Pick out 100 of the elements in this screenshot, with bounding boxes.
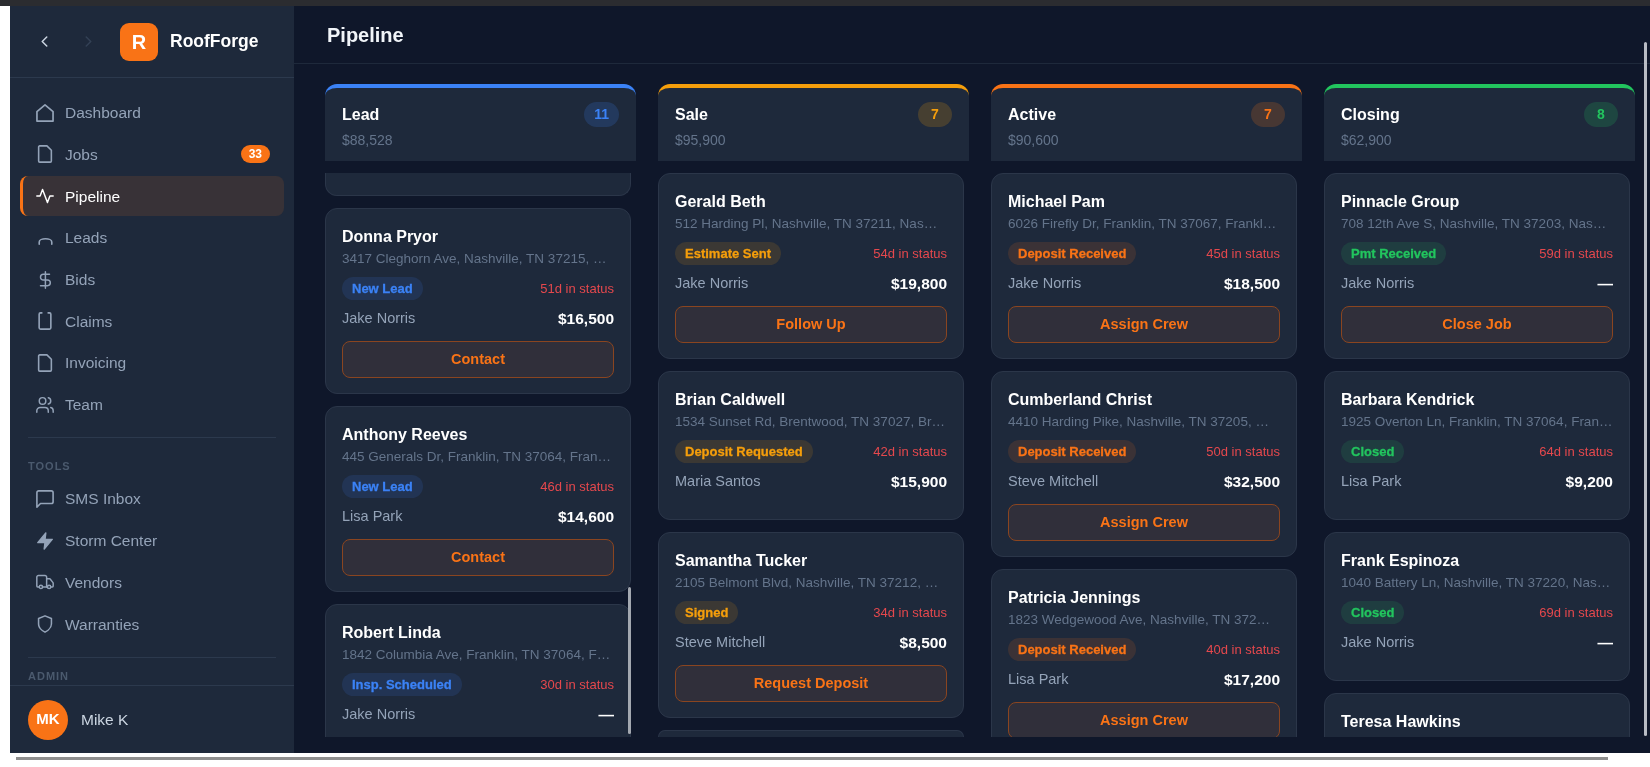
job-card[interactable]: Samantha Tucker 2105 Belmont Blvd, Nashville, TN 37212, … Signed 34d in status Steve Mitchell $8,500 Request Deposit bbox=[658, 532, 964, 718]
address-text: 1842 Columbia Ave, Franklin, TN 37064, F… bbox=[342, 646, 612, 664]
job-card[interactable]: Michael Pam 6026 Firefly Dr, Franklin, TN 37067, Frankl… Deposit Received 45d in status Jake Norris $18,500 Assign Crew bbox=[991, 173, 1297, 359]
address-text: 3417 Cleghorn Ave, Nashville, TN 37215, … bbox=[342, 250, 608, 268]
scrollbar-thumb[interactable] bbox=[16, 757, 1608, 760]
assignee-name: Lisa Park bbox=[1008, 670, 1069, 690]
status-badge: New Lead bbox=[342, 475, 423, 498]
job-card[interactable]: Gerald Beth 512 Harding Pl, Nashville, TN 37211, Nas… Estimate Sent 54d in status Jake Norris $19,800 Follow Up bbox=[658, 173, 964, 359]
count-badge: 8 bbox=[1584, 102, 1618, 127]
job-card[interactable]: Patricia Jennings 1823 Wedgewood Ave, Nashville, TN 372… Deposit Received 40d in status Lisa Park $17,200 Assign Crew bbox=[991, 569, 1297, 737]
status-badge: Deposit Received bbox=[1008, 242, 1137, 265]
status-badge: Estimate Sent bbox=[675, 242, 781, 265]
customer-name: Michael Pam bbox=[1008, 192, 1106, 212]
count-badge: 7 bbox=[918, 102, 952, 127]
status-badge: New Lead bbox=[342, 277, 423, 300]
scrollbar-thumb[interactable] bbox=[1644, 42, 1647, 736]
sidebar-item[interactable]: Leads bbox=[20, 218, 284, 258]
days-in-status: 40d in status bbox=[1206, 640, 1280, 659]
sidebar-item[interactable]: Storm Center bbox=[20, 521, 284, 561]
status-badge: Closed bbox=[1341, 601, 1405, 624]
action-button[interactable]: Close Job bbox=[1341, 306, 1613, 343]
job-amount: $16,500 bbox=[557, 309, 614, 330]
status-badge: Deposit Received bbox=[1008, 638, 1137, 661]
customer-name: Patricia Jennings bbox=[1008, 588, 1142, 608]
days-in-status: 50d in status bbox=[1206, 442, 1280, 461]
job-card[interactable]: Cumberland Christ 4410 Harding Pike, Nashville, TN 37205, … Deposit Received 50d in status Steve Mitchell $32,500 Assign Crew bbox=[991, 371, 1297, 557]
job-card[interactable]: Brian Caldwell 1534 Sunset Rd, Brentwood, TN 37027, Br… Deposit Requested 42d in status Maria Santos $15,900 bbox=[658, 371, 964, 520]
lightning-icon bbox=[37, 531, 53, 550]
customer-name: Gerald Beth bbox=[675, 192, 767, 212]
user-name: Mike K bbox=[81, 709, 129, 730]
scrollbar-thumb[interactable] bbox=[628, 587, 631, 734]
customer-name: Pinnacle Group bbox=[1341, 192, 1461, 212]
column-total: $62,900 bbox=[1341, 131, 1393, 150]
status-badge: Insp. Scheduled bbox=[342, 673, 462, 696]
days-in-status: 42d in status bbox=[873, 442, 947, 461]
assignee-name: Jake Norris bbox=[675, 274, 749, 294]
assignee-name: Steve Mitchell bbox=[675, 633, 766, 653]
column-title: Active bbox=[1008, 105, 1058, 125]
action-button[interactable]: Contact bbox=[342, 341, 614, 378]
action-button[interactable]: Assign Crew bbox=[1008, 702, 1280, 737]
status-badge: Signed bbox=[675, 601, 739, 624]
days-in-status: 59d in status bbox=[1539, 244, 1613, 263]
job-card[interactable]: Robert Linda 1842 Columbia Ave, Franklin, TN 37064, F… Insp. Scheduled 30d in status Jake Norris — bbox=[325, 604, 631, 737]
sidebar-item[interactable]: Claims bbox=[20, 301, 284, 341]
chevron-left-icon[interactable] bbox=[41, 36, 48, 47]
action-button[interactable]: Contact bbox=[342, 539, 614, 576]
sidebar-item[interactable]: Pipeline bbox=[20, 176, 284, 216]
days-in-status: 54d in status bbox=[873, 244, 947, 263]
assignee-name: Lisa Park bbox=[1341, 472, 1402, 492]
job-card[interactable] bbox=[658, 730, 964, 737]
job-amount: — bbox=[1597, 633, 1613, 654]
job-card[interactable] bbox=[325, 173, 631, 196]
status-badge: Closed bbox=[1341, 440, 1405, 463]
sidebar-item[interactable]: Invoicing bbox=[20, 343, 284, 383]
job-amount: — bbox=[598, 705, 614, 726]
job-amount: $18,500 bbox=[1223, 274, 1280, 295]
user-avatar: MK bbox=[28, 699, 68, 740]
column-title: Sale bbox=[675, 105, 709, 125]
assignee-name: Maria Santos bbox=[675, 472, 761, 492]
arc-icon bbox=[37, 237, 53, 245]
job-card[interactable]: Frank Espinoza 1040 Battery Ln, Nashville, TN 37220, Nas… Closed 69d in status Jake Norris — bbox=[1324, 532, 1630, 681]
column-total: $95,900 bbox=[675, 131, 726, 150]
address-text: 1534 Sunset Rd, Brentwood, TN 37027, Br… bbox=[675, 413, 946, 431]
status-badge: Deposit Received bbox=[1008, 440, 1137, 463]
sidebar-item[interactable]: SMS Inbox bbox=[20, 479, 284, 519]
sidebar-item[interactable]: Vendors bbox=[20, 562, 284, 603]
customer-name: Frank Espinoza bbox=[1341, 551, 1461, 571]
job-card[interactable]: Anthony Reeves 445 Generals Dr, Franklin, TN 37064, Fran… New Lead 46d in status Lisa Park $14,600 Contact bbox=[325, 406, 631, 592]
days-in-status: 34d in status bbox=[873, 603, 947, 622]
customer-name: Cumberland Christ bbox=[1008, 390, 1153, 410]
days-in-status: 69d in status bbox=[1539, 603, 1613, 622]
sidebar-item[interactable]: Dashboard bbox=[20, 93, 284, 133]
pulse-icon bbox=[36, 187, 54, 206]
job-card[interactable]: Teresa Hawkins bbox=[1324, 693, 1630, 737]
sidebar-item[interactable]: Bids bbox=[20, 259, 284, 300]
action-button[interactable]: Follow Up bbox=[675, 306, 947, 343]
customer-name: Teresa Hawkins bbox=[1341, 712, 1462, 732]
customer-name: Samantha Tucker bbox=[675, 551, 809, 571]
action-button[interactable]: Assign Crew bbox=[1008, 306, 1280, 343]
address-text: 445 Generals Dr, Franklin, TN 37064, Fran… bbox=[342, 448, 613, 466]
sidebar-item[interactable]: Team bbox=[20, 384, 284, 425]
address-text: 1823 Wedgewood Ave, Nashville, TN 372… bbox=[1008, 611, 1271, 629]
count-badge: 7 bbox=[1251, 102, 1285, 127]
brand-logo: R bbox=[120, 22, 158, 61]
job-amount: $17,200 bbox=[1223, 670, 1280, 691]
days-in-status: 30d in status bbox=[540, 675, 614, 694]
job-card[interactable]: Donna Pryor 3417 Cleghorn Ave, Nashville, TN 37215, … New Lead 51d in status Jake Norris $16,500 Contact bbox=[325, 208, 631, 394]
job-amount: $8,500 bbox=[899, 633, 947, 654]
column-title: Closing bbox=[1341, 105, 1400, 125]
sidebar-item[interactable]: Warranties bbox=[20, 604, 284, 644]
sidebar-item[interactable]: Jobs 33 bbox=[20, 134, 284, 175]
customer-name: Barbara Kendrick bbox=[1341, 390, 1476, 410]
job-amount: $9,200 bbox=[1565, 472, 1613, 493]
action-button[interactable]: Request Deposit bbox=[675, 665, 947, 702]
job-card[interactable]: Barbara Kendrick 1925 Overton Ln, Franklin, TN 37064, Fran… Closed 64d in status Lisa Park $9,200 bbox=[1324, 371, 1630, 520]
days-in-status: 64d in status bbox=[1539, 442, 1613, 461]
job-card[interactable]: Pinnacle Group 708 12th Ave S, Nashville, TN 37203, Nas… Pmt Received 59d in status Jake Norris — Close Job bbox=[1324, 173, 1630, 359]
address-text: 512 Harding Pl, Nashville, TN 37211, Nas… bbox=[675, 215, 939, 233]
action-button[interactable]: Assign Crew bbox=[1008, 504, 1280, 541]
days-in-status: 46d in status bbox=[540, 477, 614, 496]
